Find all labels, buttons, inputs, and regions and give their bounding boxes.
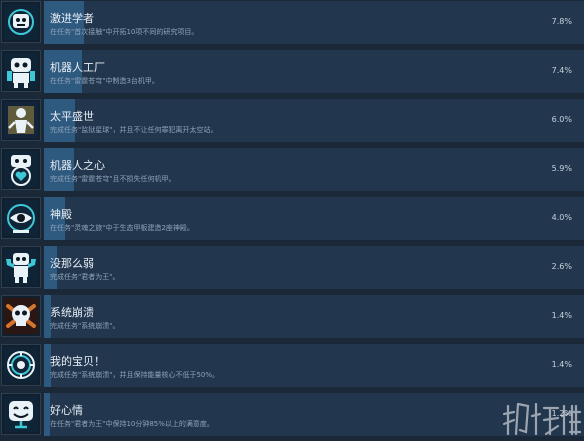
achievement-title: 神殿 xyxy=(50,208,72,221)
lab-robot-icon xyxy=(1,1,41,43)
skull-crossbones-icon xyxy=(1,295,41,337)
achievement-panel: 好心情在任务"君者为王"中保持10分钟85%以上的满意度。 1.2% xyxy=(44,393,584,436)
achievement-panel: 没那么弱完成任务"君者为王"。 2.6% xyxy=(44,246,584,289)
achievement-row[interactable]: 没那么弱完成任务"君者为王"。 2.6% xyxy=(0,245,584,294)
unlock-percentage: 4.0% xyxy=(551,213,572,222)
achievement-description: 完成任务"君者为王"。 xyxy=(50,273,120,281)
achievement-description: 在任务"灵魂之旅"中于生态甲板建造2座神殿。 xyxy=(50,224,194,232)
achievement-row[interactable]: 机器人之心完成任务"雷霆苍穹"且不损失任何机甲。 5.9% xyxy=(0,147,584,196)
achievement-panel: 系统崩溃完成任务"系统崩溃"。 1.4% xyxy=(44,295,584,338)
achievement-row[interactable]: 机器人工厂在任务"雷霆苍穹"中制造3台机甲。 7.4% xyxy=(0,49,584,98)
achievement-description: 在任务"首次接触"中开拓10项不同的研究项目。 xyxy=(50,28,199,36)
achievement-description: 完成任务"监狱星球"，并且不让任何罪犯离开太空站。 xyxy=(50,126,218,134)
unlock-percentage: 6.0% xyxy=(551,115,572,124)
achievement-panel: 太平盛世完成任务"监狱星球"，并且不让任何罪犯离开太空站。 6.0% xyxy=(44,99,584,142)
achievement-row[interactable]: 我的宝贝！ 完成任务"系统崩溃"，并且保持能量核心不低于50%。 1.4% xyxy=(0,343,584,392)
energy-core-icon xyxy=(1,344,41,386)
happy-robot-icon xyxy=(1,393,41,435)
achievement-panel: 机器人之心完成任务"雷霆苍穹"且不损失任何机甲。 5.9% xyxy=(44,148,584,191)
robot-muscle-icon xyxy=(1,246,41,288)
achievement-title: 机器人工厂 xyxy=(50,61,105,74)
unlock-percentage: 1.4% xyxy=(551,311,572,320)
achievement-list: 激进学者 在任务"首次接触"中开拓10项不同的研究项目。 7.8% 机器人工厂 在任务"… xyxy=(0,0,584,441)
achievement-title: 好心情 xyxy=(50,404,83,417)
achievement-description: 在任务"雷霆苍穹"中制造3台机甲。 xyxy=(50,77,159,85)
achievement-panel: 神殿在任务"灵魂之旅"中于生态甲板建造2座神殿。 4.0% xyxy=(44,197,584,240)
unlock-percentage: 7.4% xyxy=(551,66,572,75)
achievement-title: 激进学者 xyxy=(50,12,94,25)
robot-heart-icon xyxy=(1,148,41,190)
achievement-title: 没那么弱 xyxy=(50,257,94,270)
achievement-description: 完成任务"雷霆苍穹"且不损失任何机甲。 xyxy=(50,175,176,183)
achievement-panel: 机器人工厂在任务"雷霆苍穹"中制造3台机甲。 7.4% xyxy=(44,50,584,93)
temple-eye-icon xyxy=(1,197,41,239)
achievement-panel: 我的宝贝！ 完成任务"系统崩溃"，并且保持能量核心不低于50%。 1.4% xyxy=(44,344,584,387)
achievement-description: 在任务"君者为王"中保持10分钟85%以上的满意度。 xyxy=(50,420,214,428)
unlock-percentage: 5.9% xyxy=(551,164,572,173)
achievement-panel: 激进学者在任务"首次接触"中开拓10项不同的研究项目。 7.8% xyxy=(44,1,584,44)
achievement-title: 太平盛世 xyxy=(50,110,94,123)
unlock-percentage: 1.2% xyxy=(551,409,572,418)
robot-factory-icon xyxy=(1,50,41,92)
achievement-title: 机器人之心 xyxy=(50,159,105,172)
achievement-row[interactable]: 激进学者在任务"首次接触"中开拓10项不同的研究项目。 7.8% xyxy=(0,0,584,49)
achievement-row[interactable]: 好心情在任务"君者为王"中保持10分钟85%以上的满意度。 1.2% xyxy=(0,392,584,441)
prisoner-icon xyxy=(1,99,41,141)
achievement-description: 完成任务"系统崩溃"，并且保持能量核心不低于50%。 xyxy=(50,371,219,379)
unlock-percentage: 7.8% xyxy=(551,17,572,26)
achievement-row[interactable]: 系统崩溃完成任务"系统崩溃"。 1.4% xyxy=(0,294,584,343)
unlock-percentage: 2.6% xyxy=(551,262,572,271)
achievement-row[interactable]: 神殿在任务"灵魂之旅"中于生态甲板建造2座神殿。 4.0% xyxy=(0,196,584,245)
achievement-row[interactable]: 太平盛世完成任务"监狱星球"，并且不让任何罪犯离开太空站。 6.0% xyxy=(0,98,584,147)
achievement-title: 我的宝贝！ xyxy=(50,355,105,368)
achievement-description: 完成任务"系统崩溃"。 xyxy=(50,322,120,330)
achievement-title: 系统崩溃 xyxy=(50,306,94,319)
unlock-percentage: 1.4% xyxy=(551,360,572,369)
